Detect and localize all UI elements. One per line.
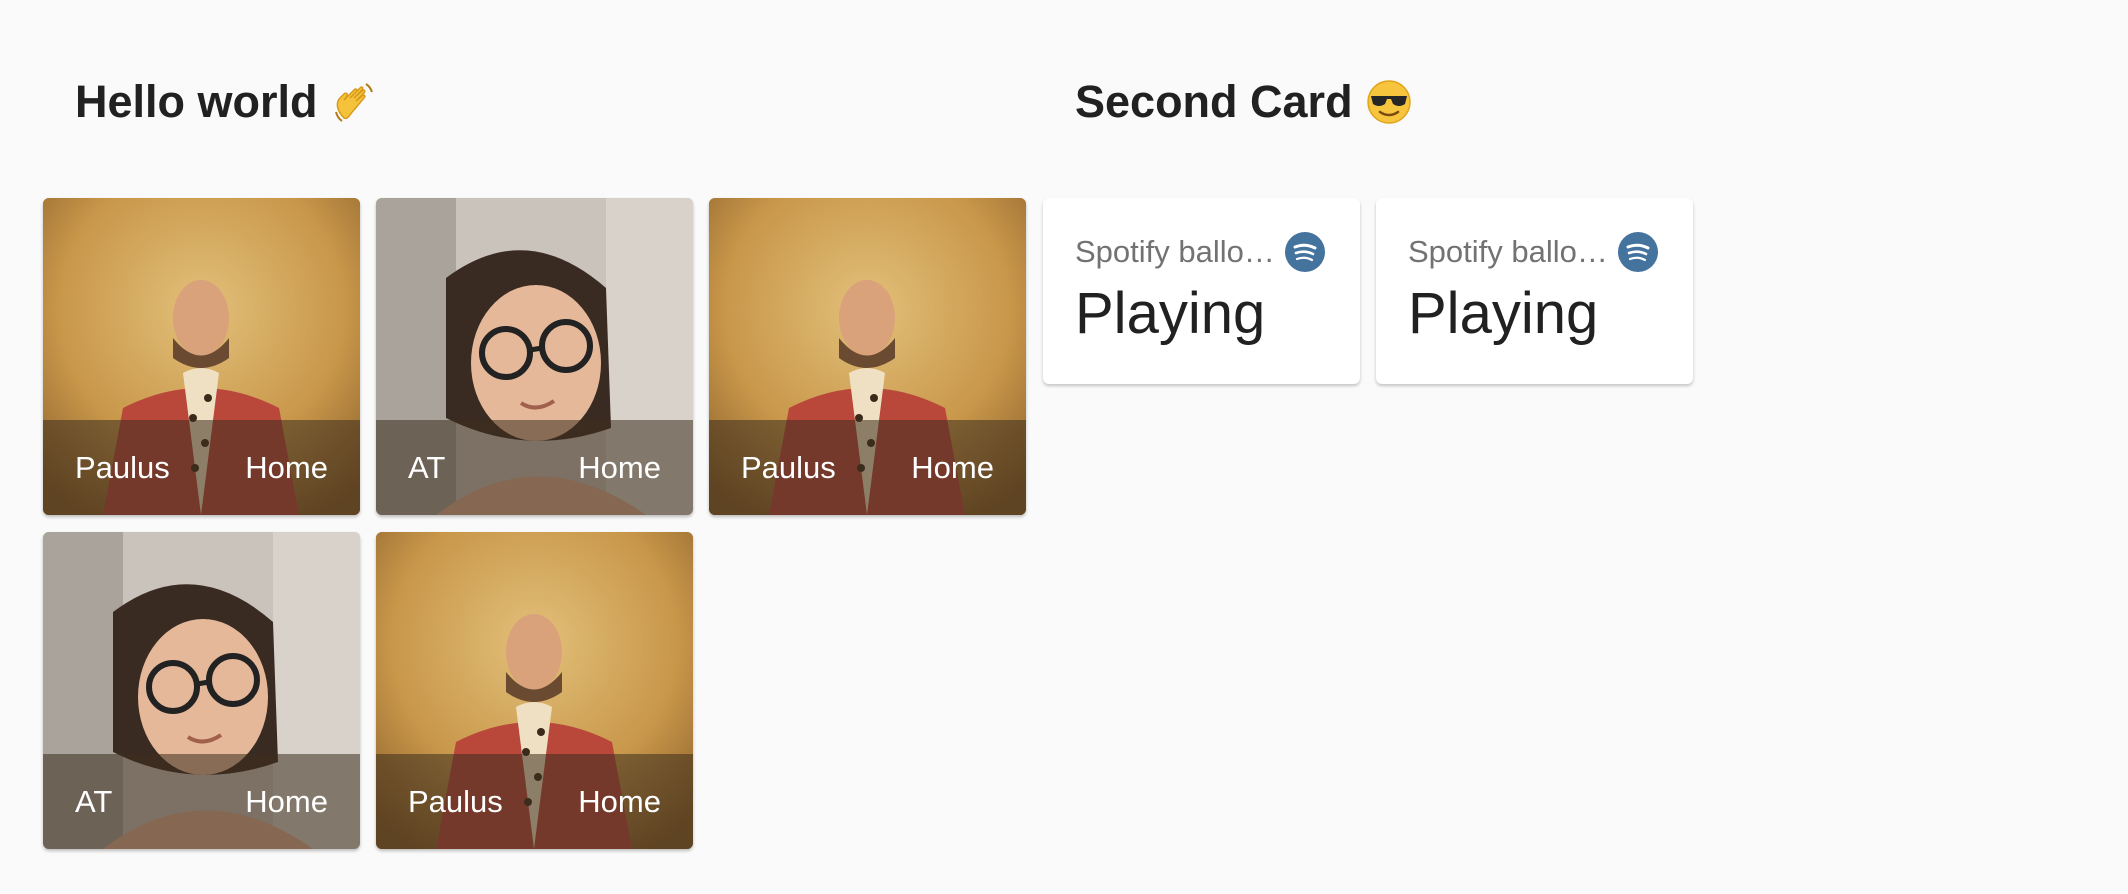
person-state: Home: [245, 449, 328, 485]
person-name: AT: [408, 449, 446, 485]
person-tile[interactable]: Paulus Home: [43, 198, 360, 515]
person-tile[interactable]: Paulus Home: [376, 532, 693, 849]
media-player-card[interactable]: Spotify ballo… Playing: [1043, 198, 1360, 384]
person-tile[interactable]: Paulus Home: [709, 198, 1026, 515]
media-state: Playing: [1408, 281, 1599, 346]
media-player-card[interactable]: Spotify ballo… Playing: [1376, 198, 1693, 384]
person-state: Home: [578, 783, 661, 819]
person-name: Paulus: [408, 783, 503, 819]
person-tile[interactable]: AT Home: [376, 198, 693, 515]
media-state: Playing: [1075, 281, 1266, 346]
spotify-icon: [1284, 232, 1325, 272]
spotify-icon: [1617, 232, 1658, 272]
person-tile[interactable]: AT Home: [43, 532, 360, 849]
person-name: AT: [75, 783, 113, 819]
media-entity-name: Spotify ballo…: [1075, 234, 1275, 269]
person-state: Home: [245, 783, 328, 819]
second-card-title-text: Second Card: [1075, 76, 1353, 127]
second-card-title: Second Card: [1075, 72, 1413, 132]
waving-hand-icon: [330, 78, 378, 126]
hello-world-title: Hello world: [75, 72, 378, 132]
media-entity-name: Spotify ballo…: [1408, 234, 1608, 269]
person-state: Home: [911, 449, 994, 485]
person-state: Home: [578, 449, 661, 485]
person-name: Paulus: [741, 449, 836, 485]
sunglasses-icon: [1365, 78, 1413, 126]
hello-world-title-text: Hello world: [75, 76, 318, 127]
person-name: Paulus: [75, 449, 170, 485]
